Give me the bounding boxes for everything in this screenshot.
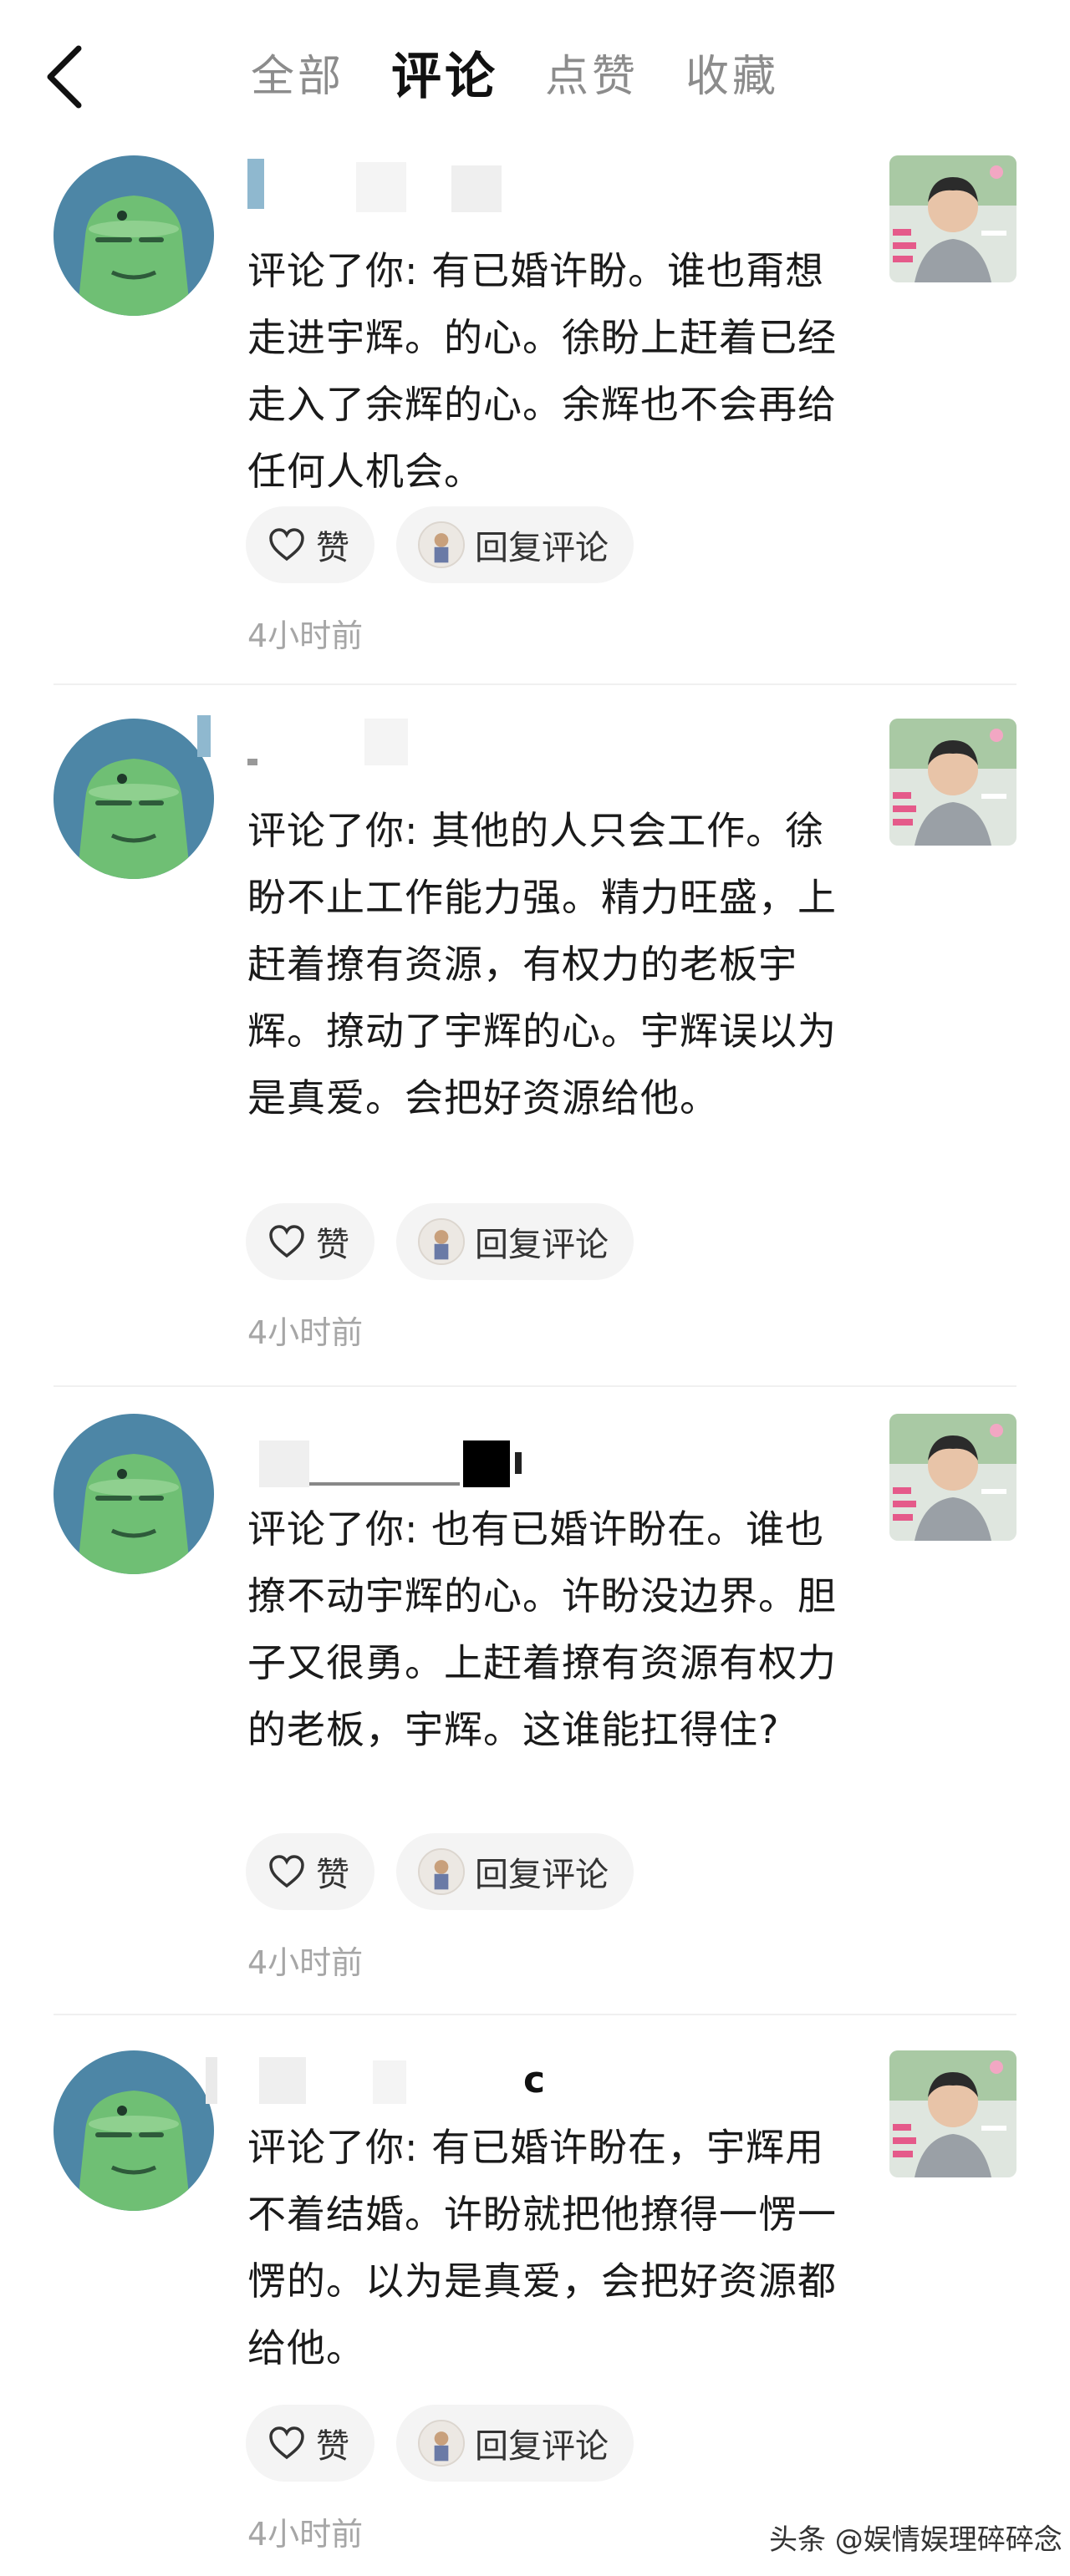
username-fragment: c (523, 2059, 546, 2101)
like-button[interactable]: 赞 (246, 506, 374, 583)
user-mini-avatar (418, 1848, 465, 1895)
user-mini-avatar (418, 1218, 465, 1265)
like-label: 赞 (316, 529, 349, 567)
username-obscured[interactable] (197, 715, 665, 769)
comment-actions: 赞 回复评论 (246, 1833, 634, 1910)
comment-text: 评论了你: 有已婚许盼。谁也甭想走进宇辉。的心。徐盼上赶着已经走入了余辉的心。余… (247, 248, 837, 494)
heart-icon (268, 2426, 306, 2461)
timestamp: 4小时前 (247, 1314, 364, 1351)
like-label: 赞 (316, 1226, 349, 1264)
back-button[interactable] (40, 42, 94, 112)
reply-button[interactable]: 回复评论 (396, 2405, 634, 2482)
avatar[interactable] (54, 719, 214, 879)
user-mini-avatar (418, 2420, 465, 2467)
avatar[interactable] (54, 2050, 214, 2211)
heart-icon (268, 527, 306, 562)
video-thumbnail-image (889, 1414, 1016, 1541)
timestamp: 4小时前 (247, 617, 364, 654)
tab-all[interactable]: 全部 (251, 43, 344, 110)
avatar[interactable] (54, 155, 214, 316)
chevron-left-icon (47, 45, 82, 109)
like-label: 赞 (316, 1856, 349, 1894)
reply-button[interactable]: 回复评论 (396, 1203, 634, 1280)
reply-label: 回复评论 (475, 2427, 609, 2466)
comment-text: 评论了你: 也有已婚许盼在。谁也撩不动宇辉的心。许盼没边界。胆子又很勇。上赶着撩… (247, 1506, 837, 1752)
video-thumbnail[interactable] (889, 2050, 1016, 2177)
divider (54, 1385, 1016, 1387)
tab-comments[interactable]: 评论 (391, 43, 498, 110)
comment-actions: 赞 回复评论 (246, 506, 634, 583)
tab-favorites[interactable]: 收藏 (685, 43, 779, 110)
notifications-page: 全部 评论 点赞 收藏 评论了你: 有已婚许盼。谁也甭想走进宇辉。的心。徐盼上赶… (0, 0, 1070, 2576)
tab-bar: 全部 评论 点赞 收藏 (251, 43, 779, 110)
video-thumbnail[interactable] (889, 719, 1016, 846)
video-thumbnail[interactable] (889, 155, 1016, 282)
video-thumbnail[interactable] (889, 1414, 1016, 1541)
like-button[interactable]: 赞 (246, 1833, 374, 1910)
timestamp: 4小时前 (247, 1944, 364, 1981)
like-button[interactable]: 赞 (246, 1203, 374, 1280)
username-obscured[interactable] (247, 1440, 665, 1494)
like-label: 赞 (316, 2427, 349, 2466)
reply-button[interactable]: 回复评论 (396, 1833, 634, 1910)
timestamp: 4小时前 (247, 2516, 364, 2553)
user-mini-avatar (418, 521, 465, 568)
heart-icon (268, 1224, 306, 1259)
comment-item[interactable]: 评论了你: 有已婚许盼。谁也甭想走进宇辉。的心。徐盼上赶着已经走入了余辉的心。余… (0, 150, 1070, 685)
tab-likes[interactable]: 点赞 (545, 43, 639, 110)
video-thumbnail-image (889, 719, 1016, 846)
video-thumbnail-image (889, 155, 1016, 282)
comment-item[interactable]: 评论了你: 也有已婚许盼在。谁也撩不动宇辉的心。许盼没边界。胆子又很勇。上赶着撩… (0, 1389, 1070, 2017)
header: 全部 评论 点赞 收藏 (0, 0, 1070, 150)
heart-icon (268, 1854, 306, 1889)
avatar[interactable] (54, 1414, 214, 1574)
username-obscured[interactable]: c (206, 2057, 665, 2111)
comment-text: 评论了你: 其他的人只会工作。徐盼不止工作能力强。精力旺盛，上赶着撩有资源，有权… (247, 808, 837, 1120)
comment-text: 评论了你: 有已婚许盼在，宇辉用不着结婚。许盼就把他撩得一愣一愣的。以为是真爱，… (247, 2125, 837, 2370)
reply-label: 回复评论 (475, 529, 609, 567)
reply-label: 回复评论 (475, 1226, 609, 1264)
divider (54, 2014, 1016, 2015)
like-button[interactable]: 赞 (246, 2405, 374, 2482)
reply-button[interactable]: 回复评论 (396, 506, 634, 583)
comment-actions: 赞 回复评论 (246, 1203, 634, 1280)
username-obscured[interactable] (247, 159, 665, 212)
reply-label: 回复评论 (475, 1856, 609, 1894)
comment-actions: 赞 回复评论 (246, 2405, 634, 2482)
watermark: 头条 @娱情娱理碎碎念 (769, 2523, 1062, 2557)
comment-item[interactable]: c 评论了你: 有已婚许盼在，宇辉用不着结婚。许盼就把他撩得一愣一愣的。以为是真… (0, 2017, 1070, 2576)
video-thumbnail-image (889, 2050, 1016, 2177)
comment-item[interactable]: 评论了你: 其他的人只会工作。徐盼不止工作能力强。精力旺盛，上赶着撩有资源，有权… (0, 685, 1070, 1389)
